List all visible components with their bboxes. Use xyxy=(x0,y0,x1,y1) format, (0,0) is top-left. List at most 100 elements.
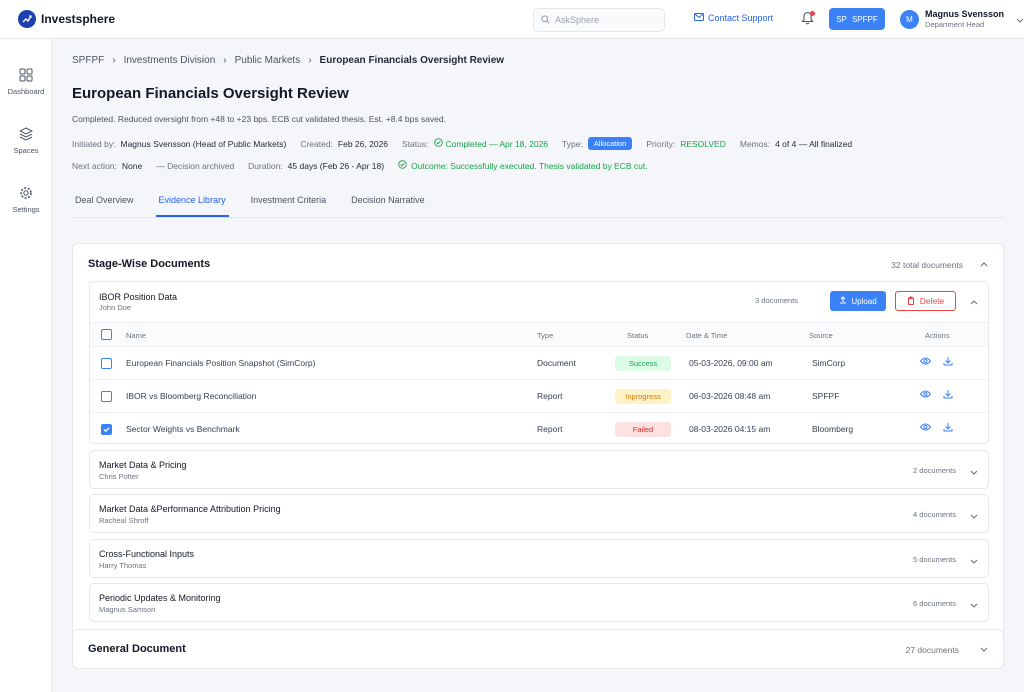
group-title: Cross-Functional Inputs xyxy=(99,549,195,559)
breadcrumb: SPFPF › Investments Division › Public Ma… xyxy=(72,55,504,66)
breadcrumb-item[interactable]: Investments Division xyxy=(124,55,216,66)
document-group-expanded: IBOR Position Data John Doe 3 documents … xyxy=(89,281,989,444)
doc-name[interactable]: Sector Weights vs Benchmark xyxy=(126,424,240,434)
doc-datetime: 08-03-2026 04:15 am xyxy=(689,424,771,434)
duration-label: Duration: xyxy=(248,160,283,171)
delete-button[interactable]: Delete xyxy=(895,291,956,311)
sidebar-item-settings[interactable]: Settings xyxy=(0,186,52,214)
eye-icon[interactable] xyxy=(919,423,932,433)
contact-support-link[interactable]: Contact Support xyxy=(694,13,773,23)
column-header: Date & Time xyxy=(686,331,728,340)
user-menu[interactable]: M Magnus Svensson Department Head xyxy=(900,9,1024,30)
tab-evidence-library[interactable]: Evidence Library xyxy=(155,189,229,217)
group-count: 4 documents xyxy=(913,510,956,519)
chevron-down-icon[interactable] xyxy=(970,556,978,566)
sidebar: Dashboard Spaces Settings xyxy=(0,39,52,692)
chevron-up-icon[interactable] xyxy=(980,259,988,269)
table-row[interactable]: European Financials Position Snapshot (S… xyxy=(90,347,988,380)
status-badge: Inprogress xyxy=(615,389,671,404)
table-row[interactable]: IBOR vs Bloomberg Reconciliation Report … xyxy=(90,380,988,413)
group-count: 2 documents xyxy=(913,466,956,475)
group-count: 6 documents xyxy=(913,599,956,608)
page-title: European Financials Oversight Review xyxy=(72,85,349,102)
row-checkbox[interactable] xyxy=(101,391,112,402)
card-title: General Document xyxy=(88,643,186,655)
tab-bar: Deal Overview Evidence Library Investmen… xyxy=(72,189,1004,218)
doc-name[interactable]: European Financials Position Snapshot (S… xyxy=(126,358,315,368)
duration-value: 45 days (Feb 26 - Apr 18) xyxy=(287,160,385,171)
sidebar-item-dashboard[interactable]: Dashboard xyxy=(0,68,52,96)
outcome: Outcome: Successfully executed. Thesis v… xyxy=(398,160,648,171)
breadcrumb-item[interactable]: SPFPF xyxy=(72,55,104,66)
document-group[interactable]: Market Data & Pricing Chris Potter 2 doc… xyxy=(89,450,989,489)
memos-label: Memos: xyxy=(739,138,771,149)
group-owner: Racheal Shroff xyxy=(99,516,149,525)
row-checkbox-checked[interactable] xyxy=(101,424,112,435)
stage-documents-card: Stage-Wise Documents 32 total documents … xyxy=(72,243,1004,658)
chevron-down-icon[interactable] xyxy=(970,467,978,477)
table-header: Name Type Status Date & Time Source Acti… xyxy=(90,322,988,347)
contact-support-label: Contact Support xyxy=(708,13,774,23)
search-input[interactable] xyxy=(555,15,655,25)
chevron-down-icon[interactable] xyxy=(980,644,988,654)
doc-datetime: 06-03-2026 08:48 am xyxy=(689,391,771,401)
org-switcher-button[interactable]: SP SPFPF xyxy=(829,8,885,30)
general-document-card[interactable]: General Document 27 documents xyxy=(72,629,1004,669)
avatar: M xyxy=(900,10,919,29)
gear-icon xyxy=(19,186,33,202)
eye-icon[interactable] xyxy=(919,390,932,400)
group-count: 5 documents xyxy=(913,555,956,564)
download-icon[interactable] xyxy=(943,356,953,368)
trash-icon xyxy=(907,296,915,307)
search-box[interactable] xyxy=(533,8,665,32)
download-icon[interactable] xyxy=(943,389,953,401)
chevron-right-icon: › xyxy=(308,55,312,66)
doc-source: Bloomberg xyxy=(812,424,854,434)
meta-row-1: Initiated by: Magnus Svensson (Head of P… xyxy=(72,137,866,150)
upload-button[interactable]: Upload xyxy=(830,291,886,311)
status-label: Status: xyxy=(402,138,429,149)
document-group[interactable]: Market Data &Performance Attribution Pri… xyxy=(89,494,989,533)
notifications-button[interactable] xyxy=(801,11,815,27)
group-title: IBOR Position Data xyxy=(99,292,178,302)
app-logo[interactable]: Investsphere xyxy=(18,10,115,28)
initiated-value: Magnus Svensson (Head of Public Markets) xyxy=(120,138,287,149)
row-checkbox[interactable] xyxy=(101,358,112,369)
tab-decision-narrative[interactable]: Decision Narrative xyxy=(348,189,428,217)
group-owner: Harry Thomas xyxy=(99,561,147,570)
doc-name[interactable]: IBOR vs Bloomberg Reconciliation xyxy=(126,391,256,401)
group-owner: Chris Potter xyxy=(99,472,139,481)
general-documents-count: 27 documents xyxy=(905,645,959,655)
column-header: Status xyxy=(627,331,649,340)
chevron-up-icon[interactable] xyxy=(970,297,978,307)
document-group[interactable]: Cross-Functional Inputs Harry Thomas 5 d… xyxy=(89,539,989,578)
grid-icon xyxy=(19,68,33,84)
decision-status: — Decision archived xyxy=(156,160,235,171)
eye-icon[interactable] xyxy=(919,357,932,367)
initiated-label: Initiated by: xyxy=(72,138,116,149)
priority-label: Priority: xyxy=(646,138,676,149)
tab-investment-criteria[interactable]: Investment Criteria xyxy=(248,189,330,217)
download-icon[interactable] xyxy=(943,422,953,434)
tab-deal-overview[interactable]: Deal Overview xyxy=(72,189,137,217)
chevron-down-icon[interactable] xyxy=(970,600,978,610)
page-summary: Completed. Reduced oversight from +48 to… xyxy=(72,114,446,124)
breadcrumb-current: European Financials Oversight Review xyxy=(319,55,505,66)
group-count: 3 documents xyxy=(755,296,798,305)
select-all-checkbox[interactable] xyxy=(101,329,112,340)
top-bar: Investsphere Contact Support SP SPFPF M … xyxy=(0,0,1024,39)
next-action-value: None xyxy=(121,160,143,171)
breadcrumb-item[interactable]: Public Markets xyxy=(235,55,301,66)
chevron-down-icon[interactable] xyxy=(970,511,978,521)
column-header: Type xyxy=(537,331,554,340)
sidebar-item-label: Settings xyxy=(12,205,40,214)
logo-icon xyxy=(18,10,36,28)
doc-datetime: 05-03-2026, 09:00 am xyxy=(689,358,773,368)
sidebar-item-spaces[interactable]: Spaces xyxy=(0,127,52,155)
group-owner: Magnus Samson xyxy=(99,605,156,614)
priority-value: RESOLVED xyxy=(680,138,726,149)
type-badge: Allocation xyxy=(587,137,633,150)
table-row[interactable]: Sector Weights vs Benchmark Report Faile… xyxy=(90,413,988,446)
user-role: Department Head xyxy=(925,20,985,29)
document-group[interactable]: Periodic Updates & Monitoring Magnus Sam… xyxy=(89,583,989,622)
